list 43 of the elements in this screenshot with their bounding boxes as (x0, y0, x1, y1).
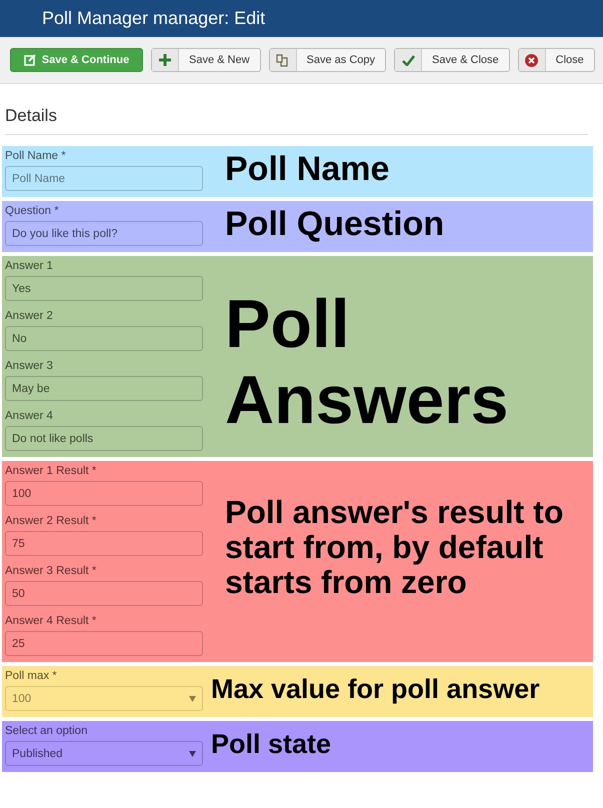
input-field[interactable]: 75 (5, 531, 203, 556)
field-label: Answer 2 (5, 310, 54, 322)
field-label: Poll max * (5, 670, 58, 682)
input-field[interactable]: Do not like polls (5, 426, 203, 451)
field-label: Answer 1 (5, 260, 54, 272)
copy-icon (270, 49, 297, 71)
input-field[interactable]: 50 (5, 581, 203, 606)
field-label: Select an option (5, 725, 88, 737)
edit-icon (24, 54, 36, 66)
input-field[interactable]: 100 (5, 481, 203, 506)
check-icon (395, 49, 422, 71)
cancel-icon (518, 49, 546, 71)
annotation-text: Poll Name (225, 150, 390, 188)
field-label: Poll Name * (5, 150, 67, 162)
input-field[interactable]: Poll Name (5, 166, 203, 191)
page-title: Poll Manager manager: Edit (42, 8, 266, 29)
field-label: Answer 4 (5, 410, 54, 422)
input-field[interactable]: 25 (5, 631, 203, 656)
annotation-text: Poll answer's result to start from, by default starts from zero (225, 495, 564, 600)
caret-icon (189, 750, 196, 756)
field-label: Answer 3 (5, 360, 54, 372)
input-field[interactable]: No (5, 326, 203, 351)
toolbar-button[interactable]: Save & Close (394, 48, 510, 72)
caret-icon (189, 696, 196, 702)
input-field[interactable]: Do you like this poll? (5, 221, 203, 246)
annotation-text: Poll state (211, 728, 332, 761)
plus-icon (152, 49, 179, 71)
select-field[interactable]: Published (5, 741, 203, 766)
save-continue-button[interactable]: Save & Continue (10, 48, 143, 72)
field-label: Answer 4 Result * (5, 615, 98, 627)
annotation-text: Poll Question (225, 205, 444, 243)
field-label: Question * (5, 205, 60, 217)
annotation-text: Poll Answers (225, 286, 510, 438)
toolbar-button[interactable]: Save & New (151, 48, 261, 72)
section-heading: Details (5, 106, 588, 135)
toolbar-button[interactable]: Save as Copy (268, 48, 386, 72)
field-label: Answer 1 Result * (5, 465, 98, 477)
annotation-text: Max value for poll answer (211, 673, 540, 706)
field-label: Answer 2 Result * (5, 515, 98, 527)
input-field[interactable]: May be (5, 376, 203, 401)
field-label: Answer 3 Result * (5, 565, 98, 577)
toolbar-button[interactable]: Close (518, 48, 595, 72)
input-field[interactable]: Yes (5, 276, 203, 301)
